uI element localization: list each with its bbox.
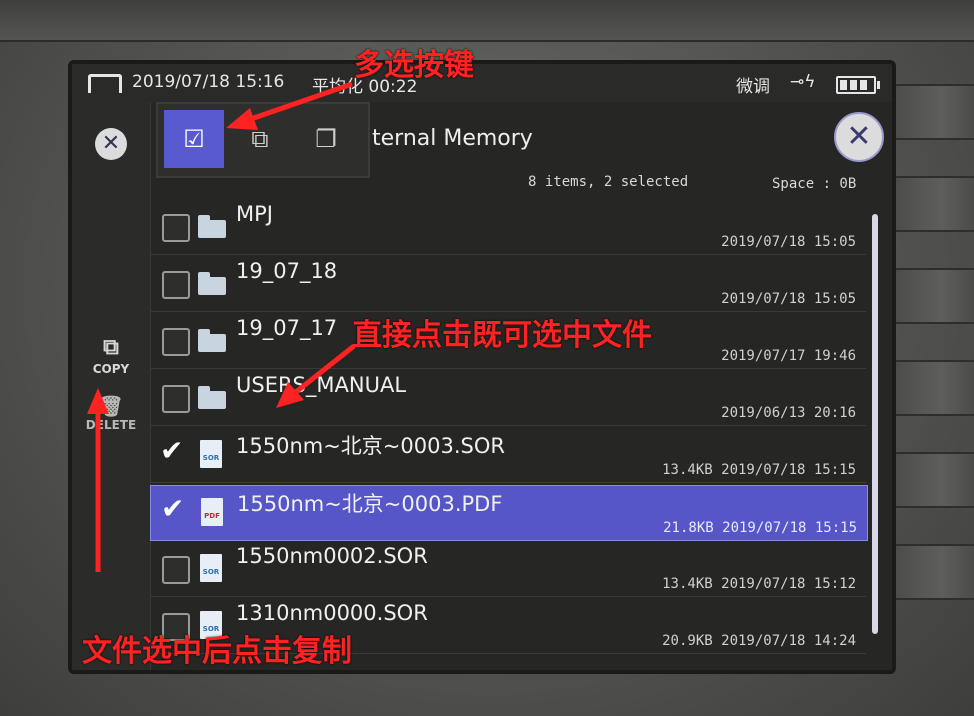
arrow-to-file-row bbox=[294, 344, 356, 394]
arrow-head-mode bbox=[226, 108, 258, 130]
arrow-head-copy bbox=[87, 388, 109, 414]
arrow-to-mode-button bbox=[247, 81, 353, 123]
annotation-arrows bbox=[87, 81, 356, 572]
